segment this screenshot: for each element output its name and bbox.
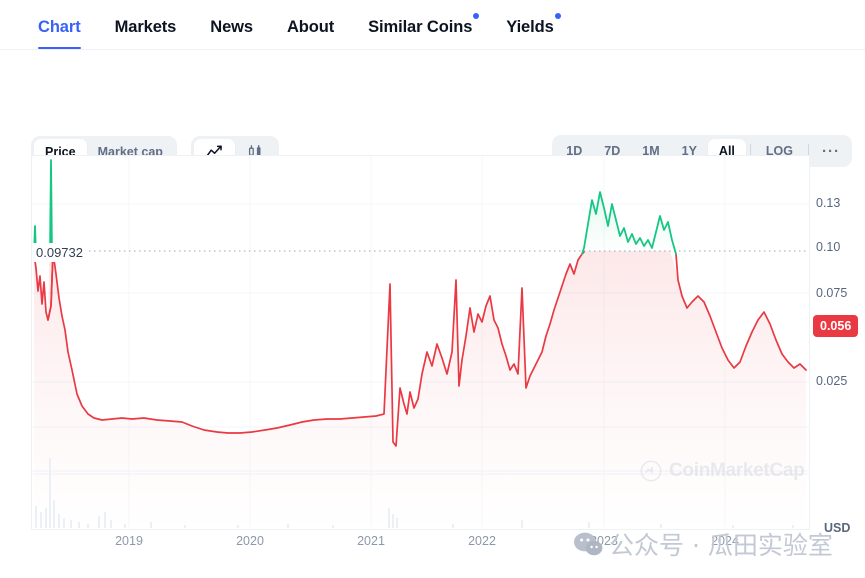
price-chart-svg: [32, 156, 809, 529]
x-tick-label: 2020: [236, 534, 264, 548]
tab-about[interactable]: About: [287, 0, 334, 49]
price-line-up: [34, 160, 676, 254]
tab-label: News: [210, 18, 253, 36]
x-tick-label: 2024: [711, 534, 739, 548]
new-badge-dot-icon: [555, 13, 561, 19]
new-badge-dot-icon: [473, 13, 479, 19]
y-tick-label: 0.10: [816, 240, 840, 254]
tab-label: About: [287, 18, 334, 36]
currency-label: USD: [824, 521, 850, 535]
tab-label: Similar Coins: [368, 18, 472, 36]
tab-label: Yields: [506, 18, 553, 36]
x-tick-label: 2022: [468, 534, 496, 548]
reference-price-label: 0.09732: [33, 243, 88, 262]
x-tick-label: 2023: [590, 534, 618, 548]
tab-markets[interactable]: Markets: [115, 0, 177, 49]
chart-y-axis: 0.13 0.10 0.075 0.025 0.056 USD: [812, 155, 865, 540]
x-tick-label: 2019: [115, 534, 143, 548]
y-tick-label: 0.075: [816, 286, 847, 300]
price-chart-panel[interactable]: CoinMarketCap: [31, 155, 810, 530]
tab-chart[interactable]: Chart: [38, 0, 81, 49]
tab-label: Markets: [115, 18, 177, 36]
tab-label: Chart: [38, 18, 81, 36]
section-nav-tabs: Chart Markets News About Similar Coins Y…: [0, 0, 865, 50]
x-tick-label: 2021: [357, 534, 385, 548]
coin-chart-page: Chart Markets News About Similar Coins Y…: [0, 0, 865, 578]
chart-area-fill-up: [34, 160, 806, 254]
section-chart-toolbar: Price Market cap 1D 7D 1: [0, 50, 865, 132]
tab-news[interactable]: News: [210, 0, 253, 49]
y-tick-label: 0.13: [816, 196, 840, 210]
current-price-badge: 0.056: [813, 315, 858, 337]
tab-yields[interactable]: Yields: [506, 0, 553, 49]
chart-area-fill: [34, 160, 806, 529]
chart-x-axis: 2019 2020 2021 2022 2023 2024: [31, 534, 810, 556]
y-tick-label: 0.025: [816, 374, 847, 388]
tab-similar-coins[interactable]: Similar Coins: [368, 0, 472, 49]
